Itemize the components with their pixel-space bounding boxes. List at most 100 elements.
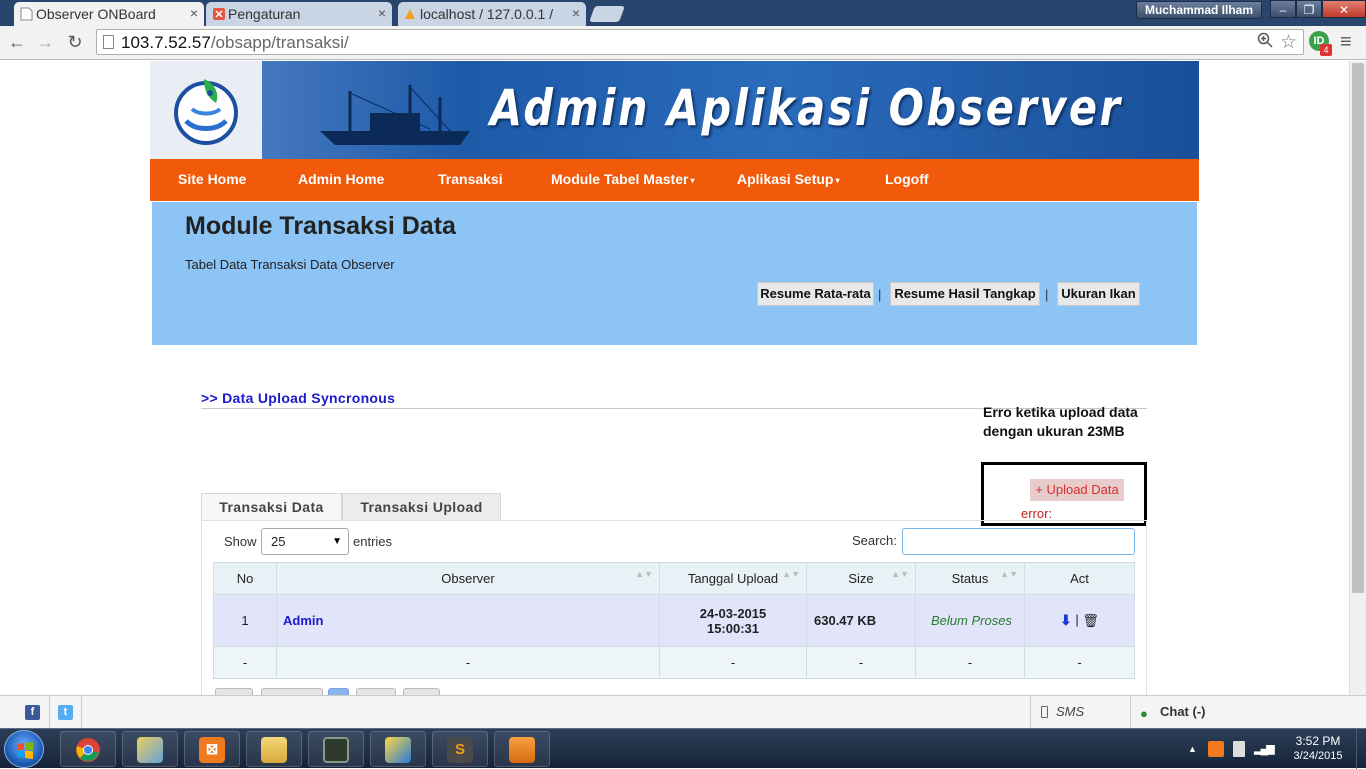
page-icon	[103, 35, 114, 49]
select-arrow-icon: ▼	[332, 536, 342, 547]
pagination-next[interactable]	[356, 688, 396, 695]
phone-icon	[1041, 706, 1048, 718]
search-label: Search:	[852, 533, 897, 548]
windows-taskbar: ⊠ S ▲ ▂▄▆ 3:52 PM 3/24/2015	[0, 728, 1366, 769]
column-header-size[interactable]: Size ▲▼	[806, 562, 916, 595]
show-desktop-button[interactable]	[1356, 729, 1366, 769]
tab-close-icon[interactable]: ×	[378, 5, 386, 21]
taskbar-sublime[interactable]: S	[432, 731, 488, 767]
tab-close-icon[interactable]: ×	[572, 5, 580, 21]
address-bar[interactable]: 103.7.52.57/obsapp/transaksi/ ☆	[96, 29, 1304, 55]
column-header-status[interactable]: Status ▲▼	[915, 562, 1025, 595]
browser-tab-phpmyadmin[interactable]: localhost / 127.0.0.1 / ×	[398, 2, 586, 26]
page-viewport: Admin Aplikasi Observer Site Home Admin …	[0, 61, 1349, 695]
tray-device-icon[interactable]	[1233, 741, 1245, 757]
nav-logoff[interactable]: Logoff	[885, 171, 929, 187]
cell-status: Belum Proses	[915, 594, 1025, 647]
resume-hasil-tangkap-button[interactable]: Resume Hasil Tangkap	[890, 282, 1040, 306]
sort-icon: ▲▼	[635, 569, 653, 579]
browser-tab-pengaturan[interactable]: Pengaturan ×	[206, 2, 392, 26]
twitter-icon[interactable]: t	[58, 705, 73, 720]
upload-data-button[interactable]: + Upload Data	[1030, 479, 1124, 501]
nav-aplikasi-setup[interactable]: Aplikasi Setup ▾	[737, 171, 839, 187]
browser-tab-observer[interactable]: Observer ONBoard ×	[14, 2, 204, 26]
pagination-last[interactable]	[403, 688, 440, 695]
column-header-no[interactable]: No	[213, 562, 277, 595]
cell-actions: -	[1024, 646, 1135, 679]
close-window-button[interactable]: ✕	[1322, 0, 1366, 18]
page-header: Module Transaksi Data Tabel Data Transak…	[152, 202, 1197, 345]
tray-expand-icon[interactable]: ▲	[1188, 744, 1197, 754]
divider	[81, 696, 82, 729]
facebook-icon[interactable]: f	[25, 705, 40, 720]
separator: |	[1045, 287, 1049, 302]
forward-button[interactable]: →	[34, 31, 56, 53]
observer-link[interactable]: Admin	[276, 594, 660, 647]
explorer-icon	[137, 737, 163, 763]
sms-button[interactable]: SMS	[1056, 704, 1084, 719]
action-separator: |	[1075, 611, 1079, 627]
bookmark-star-icon[interactable]: ☆	[1280, 31, 1297, 54]
reload-button[interactable]: ↻	[64, 31, 86, 53]
taskbar-paint[interactable]	[370, 731, 426, 767]
minimize-button[interactable]: –	[1270, 0, 1296, 18]
pagination-previous[interactable]	[261, 688, 323, 695]
clock-time[interactable]: 3:52 PM	[1292, 734, 1344, 748]
banner-title: Admin Aplikasi Observer	[490, 79, 1123, 137]
monitor-icon	[323, 737, 349, 763]
column-header-tanggal-upload[interactable]: Tanggal Upload ▲▼	[659, 562, 807, 595]
chrome-icon	[76, 738, 100, 762]
taskbar-media-player[interactable]	[494, 731, 550, 767]
page-title: Module Transaksi Data	[185, 212, 456, 240]
scrollbar-thumb[interactable]	[1352, 63, 1364, 593]
column-header-act: Act	[1024, 562, 1135, 595]
paint-icon	[385, 737, 411, 763]
cell-tanggal-upload: -	[659, 646, 807, 679]
ukuran-ikan-button[interactable]: Ukuran Ikan	[1057, 282, 1140, 306]
page-scrollbar[interactable]	[1349, 61, 1366, 695]
tray-xampp-icon[interactable]	[1208, 741, 1224, 757]
cell-size: 630.47 KB	[806, 594, 916, 647]
nav-admin-home[interactable]: Admin Home	[298, 171, 384, 187]
new-tab-button[interactable]	[589, 6, 625, 22]
phpmyadmin-favicon-icon	[404, 7, 417, 21]
maximize-button[interactable]: ❐	[1296, 0, 1322, 18]
nav-module-tabel-master[interactable]: Module Tabel Master ▾	[551, 171, 694, 187]
nav-site-home[interactable]: Site Home	[178, 171, 246, 187]
main-navigation: Site Home Admin Home Transaksi Module Ta…	[150, 159, 1199, 201]
length-label: Show	[224, 534, 257, 549]
delete-icon[interactable]: 🗑	[1082, 613, 1099, 629]
column-header-observer[interactable]: Observer ▲▼	[276, 562, 660, 595]
taskbar-folder[interactable]	[246, 731, 302, 767]
entries-select[interactable]: 25 ▼	[261, 528, 349, 555]
start-button[interactable]	[4, 730, 44, 768]
chat-user-icon: ●	[1140, 706, 1148, 721]
windows-logo-icon	[17, 742, 33, 759]
menu-icon[interactable]: ≡	[1340, 31, 1352, 54]
kkp-logo	[174, 79, 238, 145]
taskbar-xampp[interactable]: ⊠	[184, 731, 240, 767]
pagination-page-1[interactable]	[328, 688, 349, 695]
nav-transaksi[interactable]: Transaksi	[438, 171, 503, 187]
upload-table: No Observer ▲▼ Tanggal Upload ▲▼ Size ▲▼ St…	[213, 562, 1135, 679]
tab-close-icon[interactable]: ×	[190, 5, 198, 21]
chat-button[interactable]: Chat (-)	[1160, 704, 1206, 719]
folder-icon	[261, 737, 287, 763]
table-header-row: No Observer ▲▼ Tanggal Upload ▲▼ Size ▲▼ St…	[213, 562, 1135, 595]
taskbar-explorer[interactable]	[122, 731, 178, 767]
clock-date[interactable]: 3/24/2015	[1288, 750, 1348, 762]
pagination-first[interactable]	[215, 688, 253, 695]
network-signal-icon[interactable]: ▂▄▆	[1254, 742, 1275, 755]
back-button[interactable]: ←	[6, 31, 28, 53]
search-input[interactable]	[902, 528, 1135, 555]
resume-rata-rata-button[interactable]: Resume Rata-rata	[757, 282, 874, 306]
sort-icon: ▲▼	[1000, 569, 1018, 579]
zoom-icon[interactable]	[1257, 32, 1273, 53]
taskbar-chrome[interactable]	[60, 731, 116, 767]
tab-transaksi-data[interactable]: Transaksi Data	[201, 493, 342, 521]
url-text[interactable]: 103.7.52.57/obsapp/transaksi/	[121, 33, 349, 53]
profile-button[interactable]: Muchammad Ilham	[1136, 1, 1262, 19]
download-icon[interactable]: ⬇	[1060, 612, 1072, 629]
tab-transaksi-upload[interactable]: Transaksi Upload	[342, 493, 501, 521]
taskbar-monitor[interactable]	[308, 731, 364, 767]
